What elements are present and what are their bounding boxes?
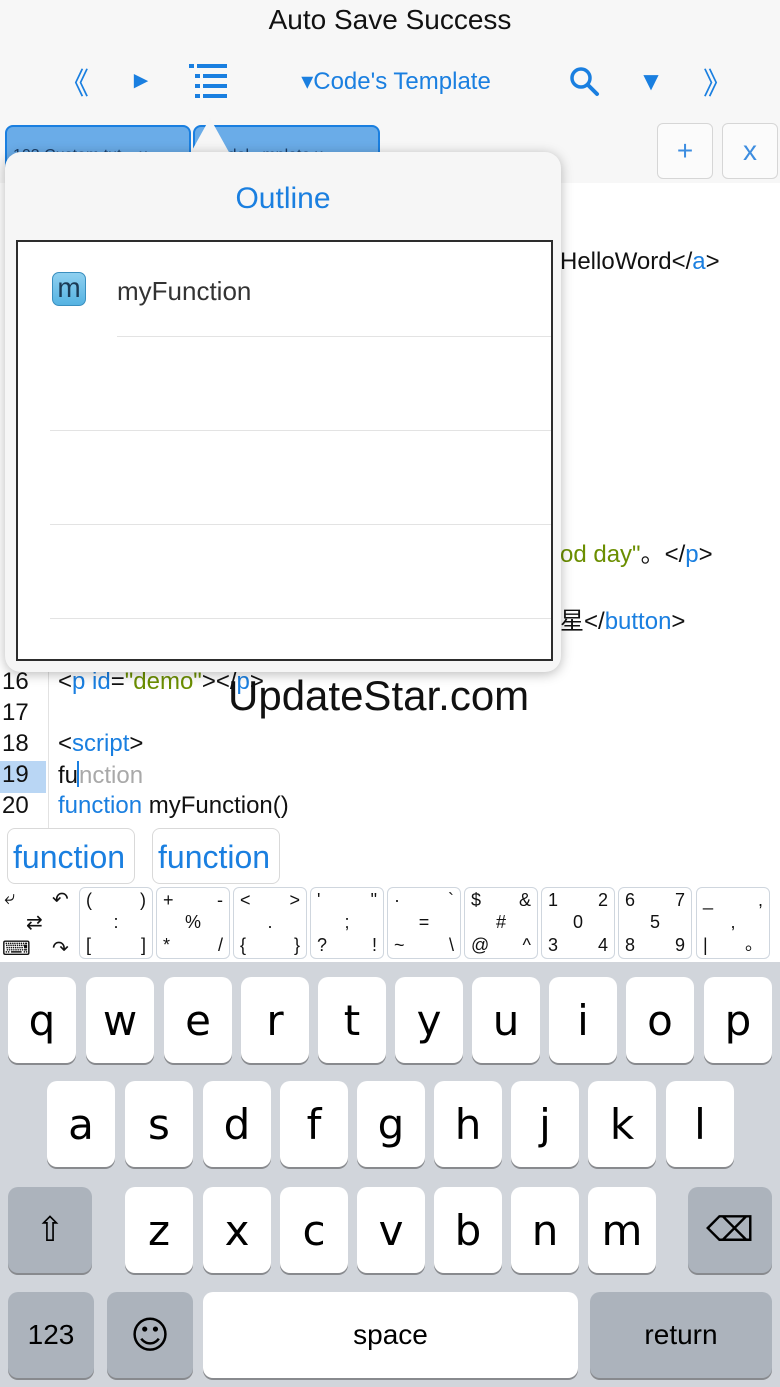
delete-key[interactable]: ⌫ (688, 1187, 772, 1273)
key-q[interactable]: q (8, 977, 76, 1063)
code-fragment-button: 星</button> (560, 608, 686, 635)
key-d[interactable]: d (203, 1081, 271, 1167)
shift-key[interactable]: ⇧ (8, 1187, 92, 1273)
outline-divider (50, 430, 551, 431)
undo-icon[interactable]: ↶ (52, 887, 69, 912)
outline-list-icon (189, 64, 227, 98)
code-line-18[interactable]: <script> (58, 730, 143, 762)
line-number: 16 (2, 668, 29, 695)
key-e[interactable]: e (164, 977, 232, 1063)
symbol-key[interactable]: 67589 (618, 887, 692, 959)
key-g[interactable]: g (357, 1081, 425, 1167)
outline-divider (50, 524, 551, 525)
previous-icon[interactable]: 《 (56, 58, 92, 104)
key-l[interactable]: l (666, 1081, 734, 1167)
code-fragment-hello: HelloWord</a> (560, 248, 720, 275)
outline-popover: Outline m myFunction (5, 152, 561, 672)
key-f[interactable]: f (280, 1081, 348, 1167)
symbol-key[interactable]: $ & # @ ^ (464, 887, 538, 959)
outline-item-label: myFunction (117, 276, 252, 306)
line-number: 20 (2, 792, 29, 819)
symbol-key[interactable]: · ` = ~ \ (387, 887, 461, 959)
popover-title: Outline (235, 182, 331, 215)
search-icon[interactable] (564, 58, 604, 104)
outline-divider (117, 336, 551, 337)
key-u[interactable]: u (472, 977, 540, 1063)
key-x[interactable]: x (203, 1187, 271, 1273)
next-icon[interactable]: 》 (700, 58, 736, 104)
outline-icon[interactable] (186, 58, 230, 104)
key-j[interactable]: j (511, 1081, 579, 1167)
key-o[interactable]: o (626, 977, 694, 1063)
code-line-19[interactable]: function (58, 761, 143, 793)
close-tab-button[interactable]: x (722, 123, 778, 179)
outline-item[interactable]: m myFunction (18, 242, 551, 336)
symbol-key[interactable]: ' ";?! (310, 887, 384, 959)
swap-icon[interactable]: ⇄ (26, 910, 43, 935)
return-key[interactable]: return (590, 1292, 772, 1378)
key-n[interactable]: n (511, 1187, 579, 1273)
key-i[interactable]: i (549, 977, 617, 1063)
symbol-key[interactable]: _,, |。 (696, 887, 770, 959)
symbol-key[interactable]: 12034 (541, 887, 615, 959)
code-template-dropdown[interactable]: ▾Code's Template (288, 58, 504, 104)
emoji-key[interactable]: ☺ (107, 1292, 193, 1378)
key-r[interactable]: r (241, 977, 309, 1063)
app-screen: Auto Save Success 《 ► ▾Code's Template ▼ (0, 0, 780, 1387)
symbol-key[interactable]: < >.{} (233, 887, 307, 959)
typed-text: fu (58, 762, 79, 789)
redo-icon[interactable]: ↷ (52, 936, 69, 961)
magnifier-icon (570, 67, 599, 96)
key-z[interactable]: z (125, 1187, 193, 1273)
key-y[interactable]: y (395, 977, 463, 1063)
numbers-key[interactable]: 123 (8, 1292, 94, 1378)
symbol-key[interactable]: + -% * / (156, 887, 230, 959)
key-c[interactable]: c (280, 1187, 348, 1273)
add-tab-button[interactable]: + (657, 123, 713, 179)
filter-down-icon[interactable]: ▼ (632, 58, 670, 104)
key-a[interactable]: a (47, 1081, 115, 1167)
key-s[interactable]: s (125, 1081, 193, 1167)
line-number: 18 (2, 730, 29, 757)
suggestion-chip[interactable]: function (7, 828, 135, 884)
line-start-icon[interactable]: ⤶ (4, 887, 15, 910)
key-p[interactable]: p (704, 977, 772, 1063)
key-b[interactable]: b (434, 1187, 502, 1273)
key-k[interactable]: k (588, 1081, 656, 1167)
outline-list: m myFunction (16, 240, 553, 661)
suggestion-chip[interactable]: function (152, 828, 280, 884)
symbol-key[interactable]: ():[] (79, 887, 153, 959)
auto-save-status: Auto Save Success (268, 4, 512, 35)
key-h[interactable]: h (434, 1081, 502, 1167)
run-icon[interactable]: ► (124, 58, 158, 104)
line-number-active: 19 (0, 761, 46, 793)
outline-divider (50, 618, 551, 619)
key-v[interactable]: v (357, 1187, 425, 1273)
code-line-20[interactable]: function myFunction() (58, 792, 289, 824)
watermark: UpdateStar.com (228, 672, 530, 719)
method-icon: m (52, 272, 86, 306)
autocomplete-ghost-text: nction (79, 762, 144, 789)
popover-arrow (190, 118, 230, 154)
line-number: 17 (2, 699, 29, 726)
key-w[interactable]: w (86, 977, 154, 1063)
space-key[interactable]: space (203, 1292, 578, 1378)
key-t[interactable]: t (318, 977, 386, 1063)
keyboard-icon[interactable]: ⌨ (2, 936, 31, 961)
code-fragment-good-day: od day"。</p> (560, 541, 713, 568)
key-m[interactable]: m (588, 1187, 656, 1273)
